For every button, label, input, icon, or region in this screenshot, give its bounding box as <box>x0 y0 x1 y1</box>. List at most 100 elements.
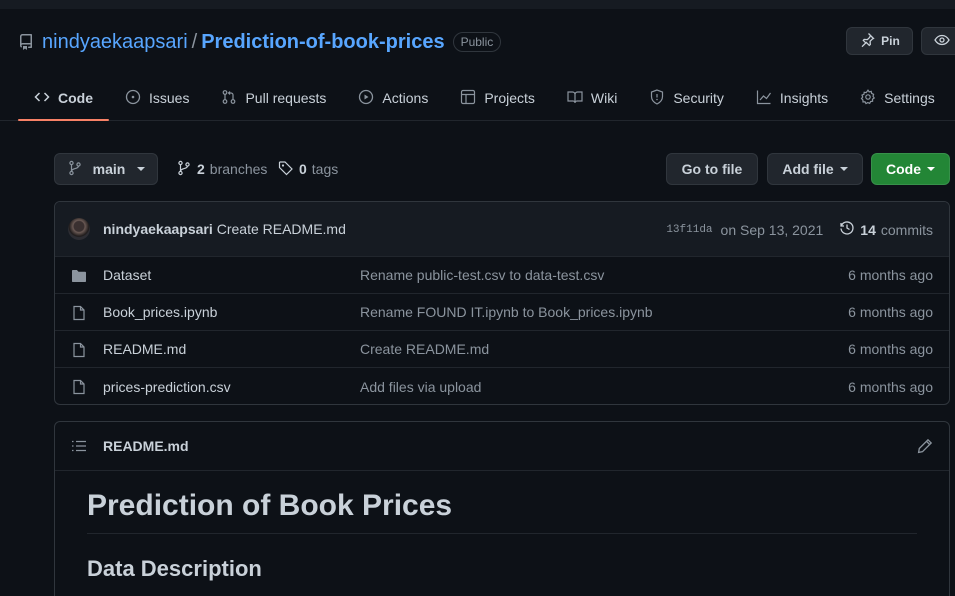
commits-history-link[interactable]: 14 commits <box>839 220 933 239</box>
readme-panel: README.md Prediction of Book Prices Data… <box>54 421 950 596</box>
tag-icon <box>278 160 294 179</box>
file-commit-message-link[interactable]: Rename public-test.csv to data-test.csv <box>360 267 604 283</box>
file-age: 6 months ago <box>848 267 933 283</box>
book-icon <box>567 89 583 108</box>
commit-author-link[interactable]: nindyaekaapsari <box>103 221 213 237</box>
tab-code[interactable]: Code <box>18 75 109 121</box>
tags-count: 0 <box>299 161 307 177</box>
tab-label: Wiki <box>590 90 618 106</box>
code-label: Code <box>886 161 921 177</box>
file-name-link[interactable]: Book_prices.ipynb <box>103 304 217 320</box>
file-icon <box>71 305 87 321</box>
eye-icon <box>934 32 950 51</box>
commits-count: 14 <box>860 221 876 238</box>
tags-link[interactable]: 0 tags <box>278 153 338 185</box>
repo-owner-link[interactable]: nindyaekaapsari <box>42 31 188 54</box>
file-name-link[interactable]: README.md <box>103 341 186 357</box>
gear-icon <box>860 88 876 108</box>
commits-label: commits <box>880 221 933 238</box>
tab-security[interactable]: Security <box>633 75 740 121</box>
code-button[interactable]: Code <box>871 153 950 185</box>
file-commit-message-link[interactable]: Create README.md <box>360 341 489 357</box>
file-name-link[interactable]: Dataset <box>103 267 151 283</box>
file-name-link[interactable]: prices-prediction.csv <box>103 379 231 395</box>
file-row[interactable]: prices-prediction.csv Add files via uplo… <box>55 368 949 404</box>
chevron-down-icon <box>137 167 146 171</box>
pin-button[interactable]: Pin <box>846 27 913 55</box>
branches-count: 2 <box>197 161 205 177</box>
readme-content: Prediction of Book Prices Data Descripti… <box>55 471 949 582</box>
tab-label: Settings <box>884 90 935 106</box>
branches-label: branches <box>209 161 268 177</box>
go-to-file-label: Go to file <box>681 161 743 177</box>
pin-icon <box>859 32 875 51</box>
tab-settings[interactable]: Settings <box>844 75 951 121</box>
go-to-file-button[interactable]: Go to file <box>666 153 758 185</box>
tab-label: Projects <box>484 90 535 106</box>
file-age: 6 months ago <box>848 304 933 320</box>
tab-wiki[interactable]: Wiki <box>551 75 633 121</box>
watch-button[interactable] <box>921 27 955 55</box>
file-age: 6 months ago <box>848 341 933 357</box>
repo-title: nindyaekaapsari / Prediction-of-book-pri… <box>18 29 502 55</box>
graph-icon <box>756 89 772 108</box>
tags-label: tags <box>311 161 339 177</box>
file-row[interactable]: Book_prices.ipynb Rename FOUND IT.ipynb … <box>55 294 949 331</box>
add-file-button[interactable]: Add file <box>767 153 863 185</box>
tab-label: Insights <box>779 90 829 106</box>
file-age: 6 months ago <box>848 378 933 395</box>
list-icon[interactable] <box>71 438 87 454</box>
chevron-down-icon <box>839 167 848 171</box>
readme-heading-2: Data Description <box>87 556 262 581</box>
branch-icon <box>67 160 83 179</box>
pencil-icon[interactable] <box>917 438 933 454</box>
repo-tabs: Code Issues Pull requests Actions Projec… <box>18 75 951 121</box>
branches-link[interactable]: 2 branches <box>176 153 267 185</box>
tab-label: Pull requests <box>245 90 327 106</box>
tab-issues[interactable]: Issues <box>109 75 205 121</box>
readme-heading-1: Prediction of Book Prices <box>87 489 917 534</box>
shield-icon <box>649 88 665 108</box>
file-row[interactable]: Dataset Rename public-test.csv to data-t… <box>55 257 949 294</box>
commit-meta: 13f11da on Sep 13, 2021 14 commits <box>666 202 933 257</box>
tab-label: Actions <box>382 90 429 106</box>
readme-header: README.md <box>55 422 949 471</box>
path-separator: / <box>191 30 198 53</box>
play-icon <box>358 89 374 108</box>
commit-sha-link[interactable]: 13f11da <box>666 224 712 236</box>
commit-message-link[interactable]: Create README.md <box>217 221 346 237</box>
tab-label: Security <box>673 90 724 106</box>
repo-header: nindyaekaapsari / Prediction-of-book-pri… <box>0 9 955 121</box>
tab-insights[interactable]: Insights <box>740 75 844 121</box>
repo-name-link[interactable]: Prediction-of-book-prices <box>201 31 444 54</box>
history-icon <box>839 220 855 239</box>
commit-date: on Sep 13, 2021 <box>720 221 824 238</box>
table-icon <box>460 89 476 108</box>
code-icon <box>34 89 50 108</box>
file-commit-message-link[interactable]: Rename FOUND IT.ipynb to Book_prices.ipy… <box>360 304 653 320</box>
tab-projects[interactable]: Projects <box>444 75 551 121</box>
issue-icon <box>125 89 141 108</box>
file-icon <box>71 342 87 358</box>
pull-request-icon <box>221 89 237 108</box>
tab-label: Issues <box>149 90 190 106</box>
branch-select-button[interactable]: main <box>54 153 158 185</box>
tab-actions[interactable]: Actions <box>342 75 444 121</box>
visibility-badge: Public <box>452 32 502 52</box>
branch-icon <box>176 160 192 179</box>
repo-icon <box>18 34 34 50</box>
branch-name: main <box>92 161 126 177</box>
file-icon <box>71 379 87 395</box>
top-strip <box>0 0 955 9</box>
file-list: nindyaekaapsari Create README.md 13f11da… <box>54 201 950 405</box>
tab-pull-requests[interactable]: Pull requests <box>205 75 342 121</box>
file-commit-message-link[interactable]: Add files via upload <box>360 379 481 395</box>
chevron-down-icon <box>927 167 935 171</box>
file-row[interactable]: README.md Create README.md 6 months ago <box>55 331 949 368</box>
add-file-label: Add file <box>782 161 834 177</box>
readme-filename[interactable]: README.md <box>103 438 189 454</box>
pin-label: Pin <box>881 34 900 48</box>
avatar[interactable] <box>68 218 90 240</box>
folder-icon <box>71 268 87 284</box>
latest-commit-row: nindyaekaapsari Create README.md 13f11da… <box>55 202 949 257</box>
